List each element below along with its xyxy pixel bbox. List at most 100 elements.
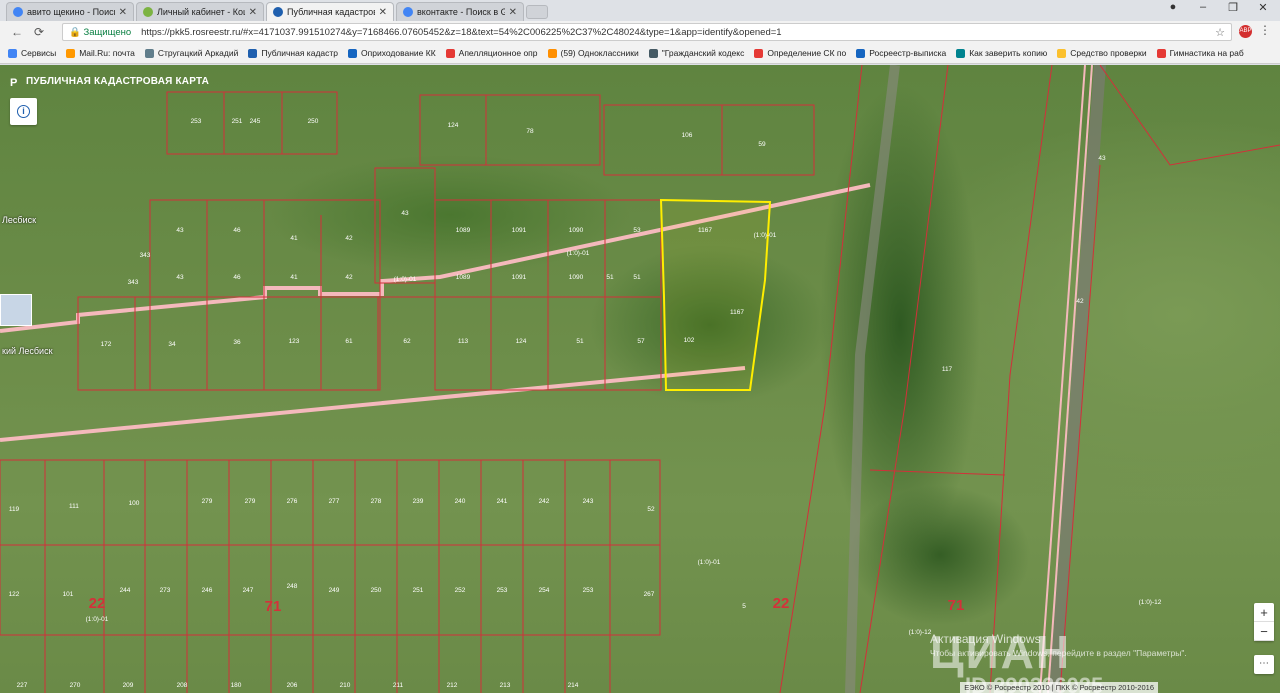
bookmark-item[interactable]: (59) Одноклассники bbox=[547, 48, 639, 58]
tab-cabinet[interactable]: Личный кабинет - Кош ✕ bbox=[136, 2, 264, 21]
tab-cadastral-map[interactable]: Публичная кадастрова ✕ bbox=[266, 2, 394, 21]
parcel-number: 250 bbox=[308, 118, 319, 125]
browser-menu-icon[interactable]: ⋮ bbox=[1259, 23, 1271, 37]
bookmark-item[interactable]: Стругацкий Аркадий bbox=[144, 48, 239, 58]
parcel-number: 101 bbox=[63, 591, 74, 598]
parcel-number: 102 bbox=[684, 337, 695, 344]
parcel-number: 180 bbox=[231, 682, 242, 689]
bookmark-label: (59) Одноклассники bbox=[560, 48, 639, 58]
selected-parcel-outline[interactable] bbox=[659, 198, 772, 391]
bookmark-item[interactable]: Как заверить копию bbox=[956, 48, 1047, 58]
parcel-number: 251 bbox=[413, 587, 424, 594]
parcel-labels: 253 251 245 250 124 78 106 59 43 43 46 41 42 43 1089 10… bbox=[9, 118, 1162, 689]
parcel-number: 124 bbox=[448, 122, 459, 129]
parcel-number: 249 bbox=[329, 587, 340, 594]
more-button[interactable]: ⋯ bbox=[1254, 655, 1274, 674]
parcel-number: 59 bbox=[758, 141, 766, 148]
cabinet-icon bbox=[143, 7, 153, 17]
place-label: Лесбиск bbox=[2, 215, 37, 225]
quarter-number: 22 bbox=[89, 595, 106, 612]
minimize-button[interactable]: – bbox=[1188, 1, 1218, 13]
parcel-number: 253 bbox=[191, 118, 202, 125]
bookmark-icon bbox=[956, 48, 966, 58]
secure-label: 🔒 Защищено bbox=[69, 26, 132, 38]
rosreestr-icon bbox=[273, 7, 283, 17]
parcel-number: 106 bbox=[682, 132, 693, 139]
new-tab-button[interactable] bbox=[526, 5, 548, 19]
map-overlay: 253 251 245 250 124 78 106 59 43 43 46 41 42 43 1089 10… bbox=[0, 65, 1280, 693]
bookmark-item[interactable]: Апелляционное опр bbox=[445, 48, 538, 58]
close-icon[interactable]: ✕ bbox=[379, 7, 387, 18]
tab-vkontakte[interactable]: вконтакте - Поиск в Go ✕ bbox=[396, 2, 524, 21]
cadastral-map[interactable]: 253 251 245 250 124 78 106 59 43 43 46 41 42 43 1089 10… bbox=[0, 65, 1280, 693]
parcel-number: 43 bbox=[176, 227, 184, 234]
bookmark-item[interactable]: Сервисы bbox=[8, 48, 56, 58]
parcel-number: 247 bbox=[243, 587, 254, 594]
quarter-number: 71 bbox=[948, 597, 965, 614]
tab-label: Публичная кадастрова bbox=[287, 7, 375, 17]
parcel-number: 276 bbox=[287, 498, 298, 505]
user-icon[interactable]: ● bbox=[1158, 1, 1188, 13]
close-icon[interactable]: ✕ bbox=[119, 7, 127, 18]
back-button[interactable]: ← bbox=[6, 25, 28, 39]
zoom-in-button[interactable]: + bbox=[1254, 603, 1274, 622]
parcel-number: 227 bbox=[17, 682, 28, 689]
parcel-number: (1:0)-01 bbox=[567, 250, 590, 257]
bookmark-item[interactable]: Средство проверки bbox=[1057, 48, 1147, 58]
tab-avito[interactable]: авито щекино - Поиск в ✕ bbox=[6, 2, 134, 21]
bookmark-star-icon[interactable]: ☆ bbox=[1215, 26, 1225, 39]
bookmark-item[interactable]: Публичная кадастр bbox=[248, 48, 338, 58]
address-bar[interactable]: 🔒 Защищено https://pkk5.rosreestr.ru/#x=… bbox=[62, 23, 1232, 41]
parcel-number: 1090 bbox=[569, 274, 584, 281]
bookmark-item[interactable]: Оприходование КК bbox=[348, 48, 436, 58]
bookmark-label: Гимнастика на раб bbox=[1169, 48, 1244, 58]
windows-activation-title: Активация Windows bbox=[930, 632, 1041, 646]
bookmark-item[interactable]: Определение СК по bbox=[754, 48, 846, 58]
bookmark-label: Средство проверки bbox=[1070, 48, 1147, 58]
road-lines bbox=[0, 65, 1106, 693]
parcel-number: 61 bbox=[345, 338, 353, 345]
url-text: https://pkk5.rosreestr.ru/#x=4171037.991… bbox=[141, 26, 782, 38]
parcel-number: 279 bbox=[202, 498, 213, 505]
quarter-number: 22 bbox=[773, 595, 790, 612]
close-icon[interactable]: ✕ bbox=[249, 7, 257, 18]
bookmark-icon bbox=[144, 48, 154, 58]
parcel-number: 250 bbox=[371, 587, 382, 594]
bookmark-icon bbox=[8, 48, 17, 58]
zoom-out-button[interactable]: − bbox=[1254, 622, 1274, 641]
reload-button[interactable]: ⟳ bbox=[28, 25, 50, 39]
info-icon: i bbox=[17, 105, 30, 118]
bookmark-label: Определение СК по bbox=[767, 48, 847, 58]
parcel-number: 248 bbox=[287, 583, 298, 590]
bookmark-item[interactable]: Росреестр-выписка bbox=[856, 48, 946, 58]
window-close-button[interactable]: ✕ bbox=[1248, 1, 1278, 14]
parcel-number: 42 bbox=[345, 235, 353, 242]
parcel-number: 239 bbox=[413, 498, 424, 505]
bookmark-icon bbox=[856, 48, 866, 58]
parcel-number: 1167 bbox=[698, 227, 712, 234]
parcel-number: 46 bbox=[233, 274, 241, 281]
close-icon[interactable]: ✕ bbox=[509, 7, 517, 18]
parcel-number: 42 bbox=[345, 274, 353, 281]
bookmark-label: Стругацкий Аркадий bbox=[157, 48, 239, 58]
parcel-number: 57 bbox=[637, 338, 645, 345]
parcel-number: 43 bbox=[176, 274, 184, 281]
tab-label: авито щекино - Поиск в bbox=[27, 7, 115, 17]
bookmark-item[interactable]: Гимнастика на раб bbox=[1156, 48, 1244, 58]
parcel-number: 277 bbox=[329, 498, 340, 505]
parcel-number: 213 bbox=[500, 682, 511, 689]
bookmark-item[interactable]: Mail.Ru: почта bbox=[66, 48, 135, 58]
parcel-number: 245 bbox=[250, 118, 261, 125]
parcel-number: 254 bbox=[539, 587, 550, 594]
parcel-number: 5 bbox=[742, 603, 746, 610]
parcel-number: 246 bbox=[202, 587, 213, 594]
parcel-number: 51 bbox=[606, 274, 614, 281]
parcel-number: 273 bbox=[160, 587, 171, 594]
bookmark-item[interactable]: "Гражданский кодекс bbox=[648, 48, 744, 58]
rosreestr-logo-icon: P bbox=[10, 76, 18, 89]
adblock-extension-icon[interactable]: ABP bbox=[1239, 25, 1252, 38]
info-button[interactable]: i bbox=[10, 98, 37, 125]
maximize-button[interactable]: ❐ bbox=[1218, 1, 1248, 14]
bookmark-label: Росреестр-выписка bbox=[869, 48, 947, 58]
parcel-number: 113 bbox=[458, 338, 469, 345]
